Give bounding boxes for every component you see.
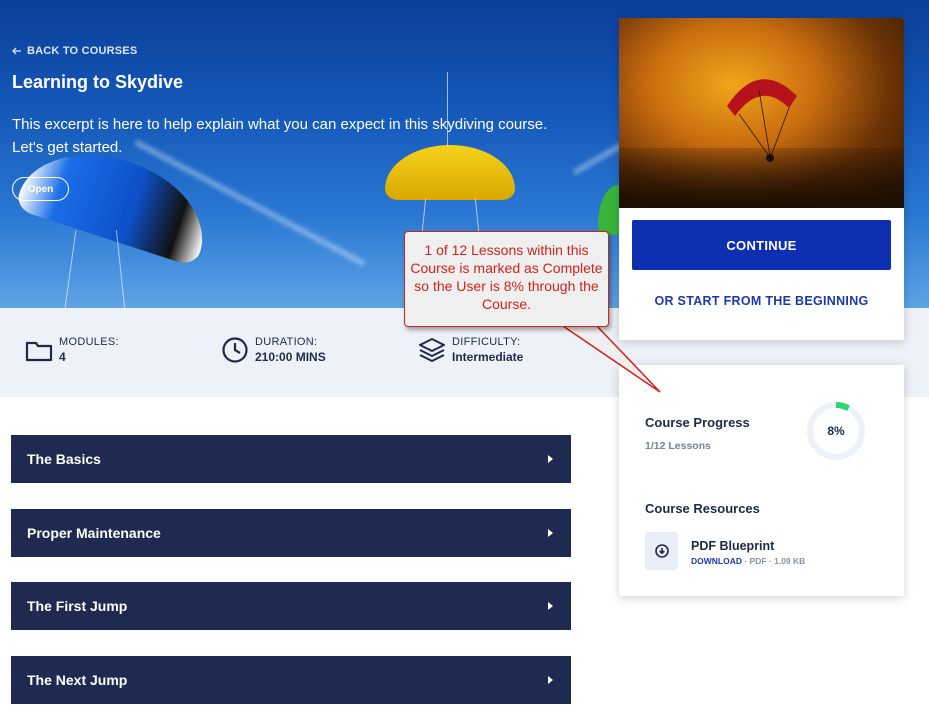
lessons-count: 1/12 Lessons [645,440,711,452]
resource-file-info: · PDF · 1.09 KB [742,556,806,566]
back-to-courses-link[interactable]: BACK TO COURSES [12,45,137,57]
module-title: The First Jump [27,598,128,614]
course-resources-title: Course Resources [645,501,760,516]
course-progress-title: Course Progress [645,415,750,430]
stat-difficulty: DIFFICULTY: Intermediate [418,336,523,364]
resource-file-icon[interactable] [645,532,678,570]
resource-meta: DOWNLOAD · PDF · 1.09 KB [691,556,805,566]
module-accordion-maintenance[interactable]: Proper Maintenance [11,509,571,557]
annotation-callout: 1 of 12 Lessons within this Course is ma… [404,231,609,327]
folder-icon [25,341,53,362]
caret-right-icon [548,529,553,537]
module-accordion-next-jump[interactable]: The Next Jump [11,656,571,704]
arrow-left-icon [12,47,21,55]
back-label: BACK TO COURSES [27,45,138,57]
layers-icon [419,338,445,362]
course-cta-card: CONTINUE OR START FROM THE BEGINNING [619,18,904,340]
module-accordion-first-jump[interactable]: The First Jump [11,582,571,630]
course-title: Learning to Skydive [12,72,184,92]
stat-value: 4 [59,350,66,364]
module-title: Proper Maintenance [27,525,161,541]
callout-pointer [557,320,661,393]
progress-percent: 8% [827,424,845,438]
caret-right-icon [548,602,553,610]
status-badge: Open [12,177,69,201]
stat-label: MODULES: [59,336,119,348]
ground-silhouette [619,148,904,208]
course-excerpt: This excerpt is here to help explain wha… [12,116,548,156]
stat-modules: MODULES: 4 [25,336,119,364]
stat-label: DURATION: [255,336,318,348]
parachute-lines [64,230,77,308]
stat-duration: DURATION: 210:00 MINS [221,336,326,364]
course-featured-image [619,18,904,208]
start-from-beginning-link[interactable]: OR START FROM THE BEGINNING [619,294,904,308]
stat-value: 210:00 MINS [255,350,326,364]
module-accordion-basics[interactable]: The Basics [11,435,571,483]
stat-value: Intermediate [452,350,524,364]
module-title: The Next Jump [27,672,128,688]
caret-right-icon [548,676,553,684]
resource-name: PDF Blueprint [691,539,775,553]
clock-icon [222,337,248,363]
download-icon [654,544,669,558]
module-title: The Basics [27,451,101,467]
caret-right-icon [548,455,553,463]
stat-label: DIFFICULTY: [452,336,521,348]
continue-button[interactable]: CONTINUE [632,220,891,270]
resource-download-link[interactable]: DOWNLOAD [691,556,742,566]
